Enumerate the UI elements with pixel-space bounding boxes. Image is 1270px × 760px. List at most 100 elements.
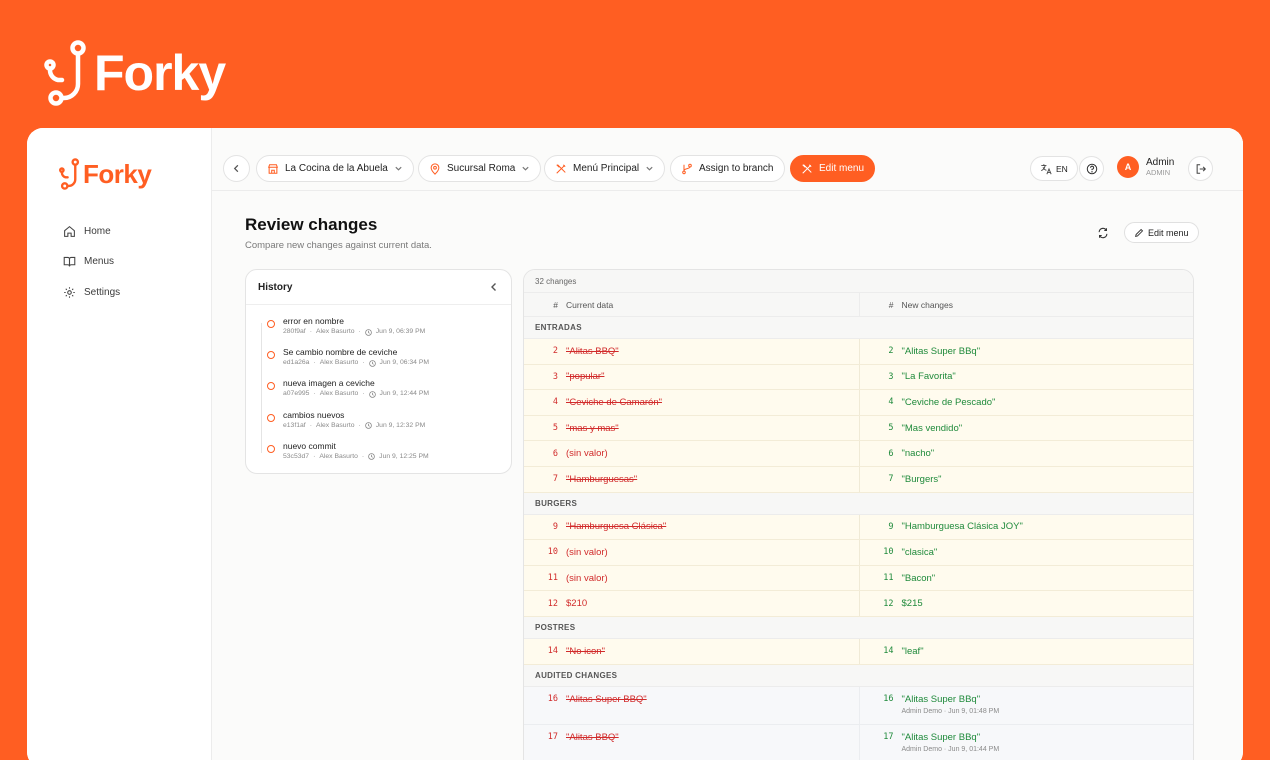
chevron-left-icon [233,164,239,173]
sidebar-item-menus[interactable]: Menus [63,247,120,278]
help-button[interactable] [1079,156,1104,181]
diff-row[interactable]: 11 (sin valor) 11 "Bacon" [524,565,1193,592]
diff-row[interactable]: 12 $210 12 $215 [524,591,1193,617]
diff-row[interactable]: 2 "Alitas BBQ" 2 "Alitas Super BBq" [524,339,1193,365]
line-number: 7 [888,474,894,485]
app-window: Forky Home Menus Settings La Cocina de l… [27,128,1243,760]
edit-menu-button[interactable]: Edit menu [790,155,876,182]
diff-row[interactable]: 10 (sin valor) 10 "clasica" [524,540,1193,566]
user-role: ADMIN [1146,168,1171,177]
new-value-cell: 14 "leaf" [858,638,1194,664]
refresh-icon [1098,227,1108,239]
new-value: "Alitas Super BBq" [901,345,981,357]
menu-select[interactable]: Menú Principal [544,155,666,182]
current-value-cell: 11 (sin valor) [524,566,859,591]
chevron-left-icon[interactable] [489,282,499,292]
diff-row[interactable]: 6 (sin valor) 6 "nacho" [524,441,1193,467]
line-number: 3 [888,371,894,382]
edit-menu-label: Edit menu [819,163,865,174]
commit-item[interactable]: cambios nuevos e13f1af · Alex Basurto · Ju… [267,409,511,440]
utensils-crossed-icon [802,163,812,174]
current-value-cell: 12 $210 [524,591,859,616]
commit-author: Alex Basurto [315,421,355,429]
commit-item[interactable]: error en nombre 280f9af · Alex Basurto · J… [267,315,511,346]
sidebar-brand-name: Forky [83,158,152,189]
commit-author: Alex Basurto [319,390,359,398]
sidebar-logo[interactable]: Forky [59,158,152,190]
diff-row[interactable]: 3 "popular" 3 "La Favorita" [524,364,1193,391]
new-value: "Ceviche de Pescado" [901,396,996,408]
diff-row[interactable]: 9 "Hamburguesa Clásica" 9 "Hamburguesa Clás… [524,514,1193,541]
refresh-button[interactable] [1094,224,1112,242]
utensils-crossed-icon [556,163,566,174]
line-number: 14 [547,646,558,657]
branch-select[interactable]: Sucursal Roma [418,155,542,182]
chevron-down-icon [646,166,653,171]
line-number: 16 [547,693,558,704]
store-icon [268,163,278,174]
logout-button[interactable] [1188,156,1213,181]
line-number: 12 [883,598,894,609]
diff-row[interactable]: 14 "No icon" 14 "leaf" [524,638,1194,665]
commit-hash: 280f9af [283,328,306,335]
commit-item[interactable]: nueva imagen a ceviche a07e995 · Alex Bas… [267,377,511,408]
current-value-cell: 16 "Alitas Super BBQ" [524,687,859,725]
avatar: A [1117,156,1139,178]
line-number: 4 [888,397,894,408]
new-value-cell: 5 "Mas vendido" [858,415,1194,441]
menu-name: Menú Principal [573,163,640,174]
commit-meta: e13f1af · Alex Basurto · Jun 9, 12:32 PM [283,421,426,429]
diff-body: ENTRADAS 2 "Alitas BBQ" 2 "Alitas Super BBq"… [524,317,1193,760]
current-value: "Alitas BBQ" [566,732,619,744]
commit-item[interactable]: nuevo commit 53c53d7 · Alex Basurto · Jun … [267,440,511,471]
diff-row[interactable]: 4 "Ceviche de Camarón" 4 "Ceviche de Pescad… [524,390,1193,416]
edit-menu-secondary-button[interactable]: Edit menu [1124,222,1199,243]
commit-dot [267,413,275,422]
commit-message: nuevo commit [283,440,336,451]
main-content: La Cocina de la Abuela Sucursal Roma Men… [212,128,1243,760]
clock-icon [368,453,375,461]
line-number: 4 [552,397,558,408]
home-icon [64,225,75,237]
audited-row[interactable]: 17 "Alitas BBQ" 17 "Alitas Super BBq" Admin … [524,725,1193,760]
current-value-cell: 14 "No icon" [524,639,859,664]
new-value: "leaf" [901,645,924,657]
git-branch-icon [682,163,692,174]
restaurant-select[interactable]: La Cocina de la Abuela [256,155,414,182]
language-button[interactable]: EN [1030,156,1078,181]
current-value-cell: 6 (sin valor) [524,441,859,466]
sidebar-item-settings[interactable]: Settings [63,277,120,308]
current-value: (sin valor) [566,448,608,460]
sidebar: Forky Home Menus Settings [27,128,212,760]
current-value-cell: 7 "Hamburguesas" [524,467,859,492]
assign-to-branch-button[interactable]: Assign to branch [670,155,785,182]
line-number: 17 [547,732,558,743]
audited-row[interactable]: 16 "Alitas Super BBQ" 16 "Alitas Super BBq"… [524,686,1193,726]
user-menu[interactable]: A Admin ADMIN [1117,156,1174,178]
diff-row[interactable]: 7 "Hamburguesas" 7 "Burgers" [524,466,1193,493]
back-button[interactable] [223,155,250,182]
audit-meta: Admin Demo · Jun 9, 01:44 PM [901,746,1000,754]
new-value-cell: 10 "clasica" [858,540,1194,565]
new-value-stack: "Alitas Super BBq" Admin Demo · Jun 9, 01… [902,694,1000,715]
commit-dot [267,444,275,453]
sidebar-nav: Home Menus Settings [63,216,120,308]
line-number-header: # [553,299,558,310]
line-number: 16 [883,693,894,704]
line-number: 10 [883,547,894,558]
clock-icon [368,359,376,367]
new-changes-header: # New changes [858,293,1194,316]
diff-row[interactable]: 5 "mas y mas" 5 "Mas vendido" [524,415,1194,442]
commit-dot [267,320,275,328]
clock-icon [364,422,372,429]
chevron-down-icon [395,166,402,171]
current-value-cell: 17 "Alitas BBQ" [524,725,859,760]
commit-author: Alex Basurto [319,359,359,367]
sidebar-item-home[interactable]: Home [63,216,120,247]
commit-item[interactable]: Se cambio nombre de ceviche ed1a26a · Ale… [267,346,511,377]
new-value: "nacho" [901,448,935,460]
line-number: 6 [552,448,558,459]
new-value: $215 [901,598,923,610]
line-number: 9 [552,521,558,532]
new-value: "Mas vendido" [901,422,963,434]
